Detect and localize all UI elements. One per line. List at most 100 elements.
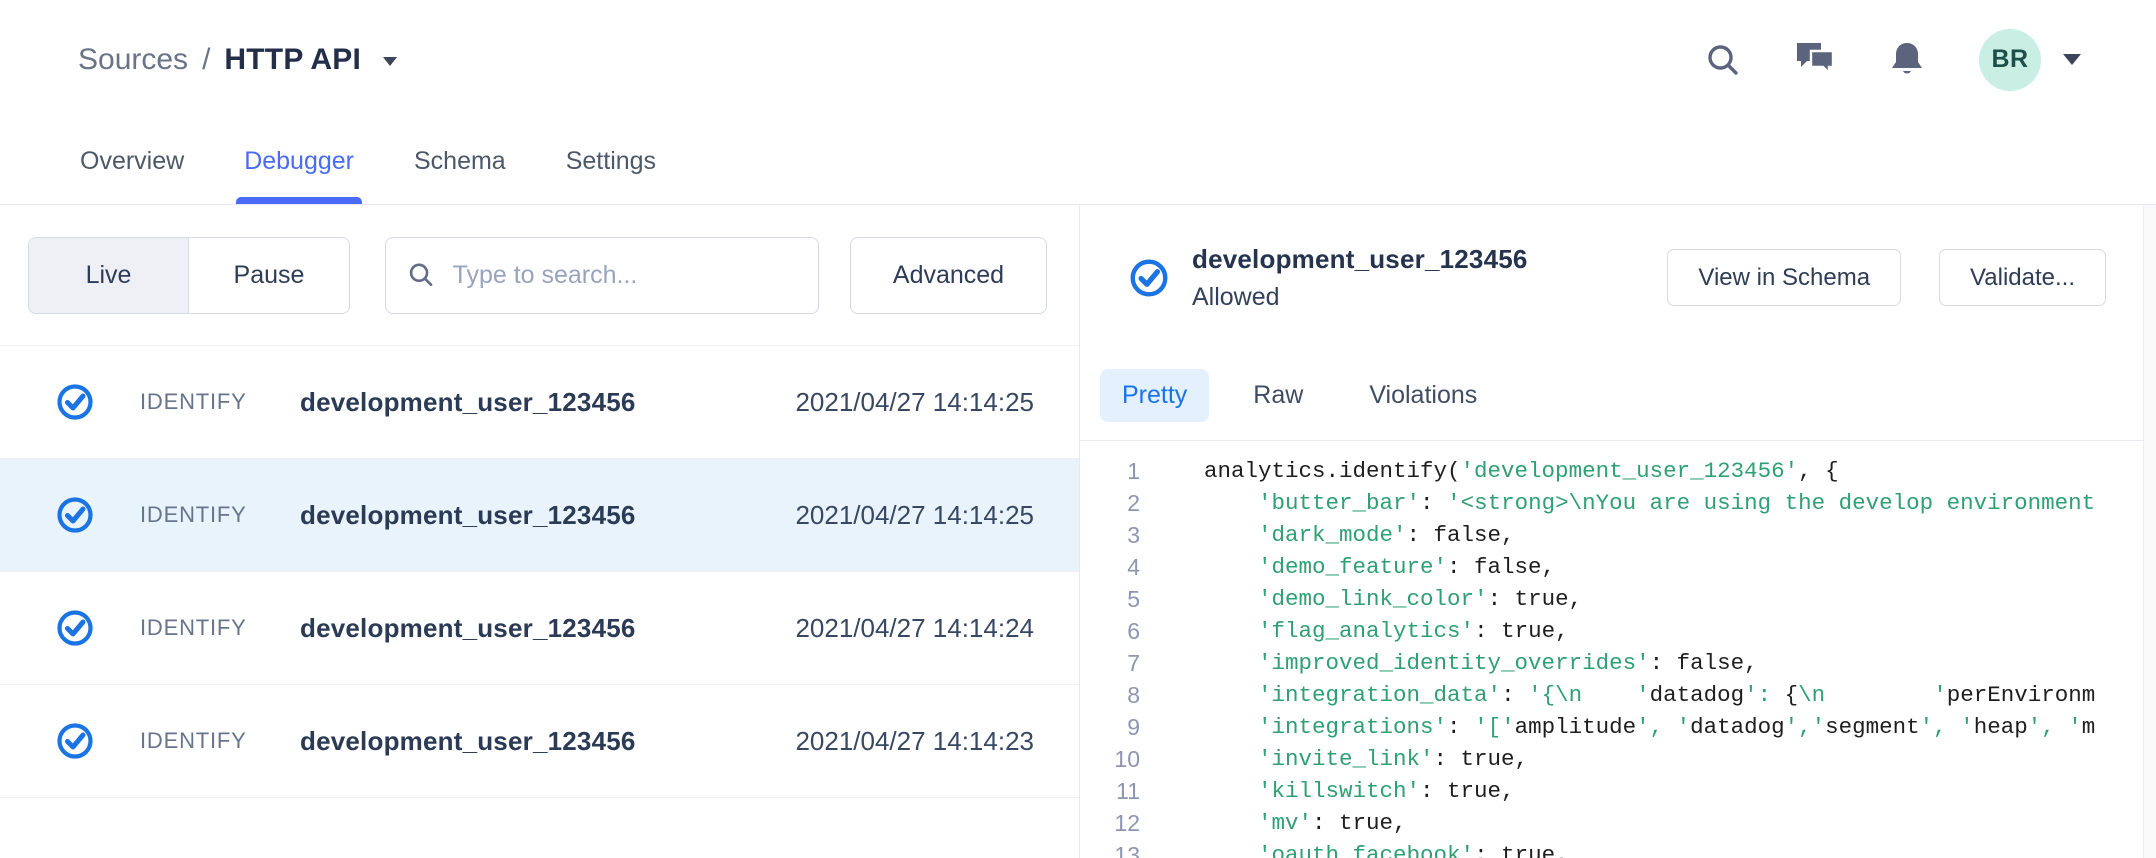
code-line: 5 'demo_link_color': true, (1080, 583, 2156, 615)
tab-raw[interactable]: Raw (1231, 369, 1325, 422)
code-text: 'killswitch': true, (1204, 775, 1515, 807)
header-actions: BR (1703, 29, 2081, 91)
event-name: development_user_123456 (300, 726, 795, 757)
account-caret-icon[interactable] (2063, 54, 2081, 65)
tab-pretty[interactable]: Pretty (1100, 369, 1209, 422)
tab-schema[interactable]: Schema (412, 119, 508, 204)
avatar[interactable]: BR (1979, 29, 2041, 91)
event-time: 2021/04/27 14:14:24 (795, 613, 1034, 644)
main: Live Pause Advanced IDENTIFY development… (0, 205, 2156, 858)
allowed-check-icon (1128, 257, 1170, 299)
account-menu[interactable]: BR (1979, 29, 2081, 91)
breadcrumb-separator: / (202, 43, 210, 77)
event-type: IDENTIFY (140, 615, 300, 641)
line-number: 6 (1080, 615, 1140, 647)
line-number: 4 (1080, 551, 1140, 583)
event-row[interactable]: IDENTIFY development_user_123456 2021/04… (0, 685, 1079, 798)
tab-debugger[interactable]: Debugger (242, 119, 356, 204)
event-name: development_user_123456 (300, 387, 795, 418)
search-input[interactable] (453, 261, 796, 290)
code-line: 10 'invite_link': true, (1080, 743, 2156, 775)
allowed-check-icon (55, 382, 95, 422)
code-text: 'improved_identity_overrides': false, (1204, 647, 1758, 679)
code-viewer[interactable]: 1 analytics.identify('development_user_12… (1080, 441, 2156, 858)
source-tabs: Overview Debugger Schema Settings (0, 119, 2156, 204)
code-line: 9 'integrations': '['amplitude', 'datado… (1080, 711, 2156, 743)
code-lines: 1 analytics.identify('development_user_12… (1080, 455, 2156, 858)
source-dropdown-caret-icon[interactable] (383, 57, 397, 66)
code-text: 'integration_data': '{\n 'datadog': {\n … (1204, 679, 2095, 711)
search-icon[interactable] (1703, 40, 1743, 80)
line-number: 1 (1080, 455, 1140, 487)
line-number: 11 (1080, 775, 1140, 807)
line-number: 5 (1080, 583, 1140, 615)
chat-icon[interactable] (1795, 40, 1835, 80)
event-type: IDENTIFY (140, 502, 300, 528)
validate-button[interactable]: Validate... (1939, 249, 2106, 306)
pause-button[interactable]: Pause (189, 238, 349, 313)
code-line: 1 analytics.identify('development_user_12… (1080, 455, 2156, 487)
breadcrumb: Sources / HTTP API (78, 43, 397, 77)
event-time: 2021/04/27 14:14:23 (795, 726, 1034, 757)
code-line: 6 'flag_analytics': true, (1080, 615, 2156, 647)
line-number: 9 (1080, 711, 1140, 743)
detail-header: development_user_123456 Allowed View in … (1080, 205, 2156, 350)
event-time: 2021/04/27 14:14:25 (795, 387, 1034, 418)
code-line: 12 'mv': true, (1080, 807, 2156, 839)
code-text: 'butter_bar': '<strong>\nYou are using t… (1204, 487, 2095, 519)
code-text: 'dark_mode': false, (1204, 519, 1515, 551)
event-row[interactable]: IDENTIFY development_user_123456 2021/04… (0, 572, 1079, 685)
detail-tabs: Pretty Raw Violations (1080, 350, 2156, 441)
stream-controls: Live Pause Advanced (0, 205, 1079, 345)
event-name: development_user_123456 (300, 500, 795, 531)
event-detail-title: development_user_123456 (1192, 244, 1528, 275)
code-text: 'demo_feature': false, (1204, 551, 1555, 583)
search-icon (408, 260, 435, 290)
code-text: 'integrations': '['amplitude', 'datadog'… (1204, 711, 2095, 743)
line-number: 12 (1080, 807, 1140, 839)
code-line: 8 'integration_data': '{\n 'datadog': {\… (1080, 679, 2156, 711)
tab-violations[interactable]: Violations (1347, 369, 1499, 422)
code-line: 11 'killswitch': true, (1080, 775, 2156, 807)
code-text: 'mv': true, (1204, 807, 1407, 839)
code-text: analytics.identify('development_user_123… (1204, 455, 1839, 487)
breadcrumb-sources-link[interactable]: Sources (78, 43, 188, 77)
scrollbar[interactable] (2143, 205, 2156, 858)
event-type: IDENTIFY (140, 728, 300, 754)
event-detail-status: Allowed (1192, 283, 1528, 312)
event-name: development_user_123456 (300, 613, 795, 644)
header-top: Sources / HTTP API BR (0, 0, 2156, 119)
line-number: 3 (1080, 519, 1140, 551)
debugger-event-panel: Live Pause Advanced IDENTIFY development… (0, 205, 1080, 858)
breadcrumb-current-source: HTTP API (224, 43, 361, 77)
code-line: 2 'butter_bar': '<strong>\nYou are using… (1080, 487, 2156, 519)
code-line: 3 'dark_mode': false, (1080, 519, 2156, 551)
tab-overview[interactable]: Overview (78, 119, 186, 204)
code-text: 'oauth_facebook': true, (1204, 839, 1569, 858)
code-line: 7 'improved_identity_overrides': false, (1080, 647, 2156, 679)
live-button[interactable]: Live (29, 238, 189, 313)
event-search (385, 237, 819, 314)
event-row[interactable]: IDENTIFY development_user_123456 2021/04… (0, 346, 1079, 459)
advanced-button[interactable]: Advanced (850, 237, 1047, 314)
event-time: 2021/04/27 14:14:25 (795, 500, 1034, 531)
code-text: 'flag_analytics': true, (1204, 615, 1569, 647)
event-type: IDENTIFY (140, 389, 300, 415)
event-list: IDENTIFY development_user_123456 2021/04… (0, 345, 1079, 858)
line-number: 2 (1080, 487, 1140, 519)
tab-settings[interactable]: Settings (564, 119, 658, 204)
header: Sources / HTTP API BR (0, 0, 2156, 205)
code-line: 13 'oauth_facebook': true, (1080, 839, 2156, 858)
line-number: 7 (1080, 647, 1140, 679)
line-number: 13 (1080, 839, 1140, 858)
code-line: 4 'demo_feature': false, (1080, 551, 2156, 583)
event-row-selected[interactable]: IDENTIFY development_user_123456 2021/04… (0, 459, 1079, 572)
view-in-schema-button[interactable]: View in Schema (1667, 249, 1901, 306)
live-pause-toggle: Live Pause (28, 237, 350, 314)
bell-icon[interactable] (1887, 40, 1927, 80)
allowed-check-icon (55, 721, 95, 761)
line-number: 10 (1080, 743, 1140, 775)
detail-titles: development_user_123456 Allowed (1192, 244, 1528, 312)
event-detail-panel: development_user_123456 Allowed View in … (1080, 205, 2156, 858)
code-text: 'invite_link': true, (1204, 743, 1528, 775)
